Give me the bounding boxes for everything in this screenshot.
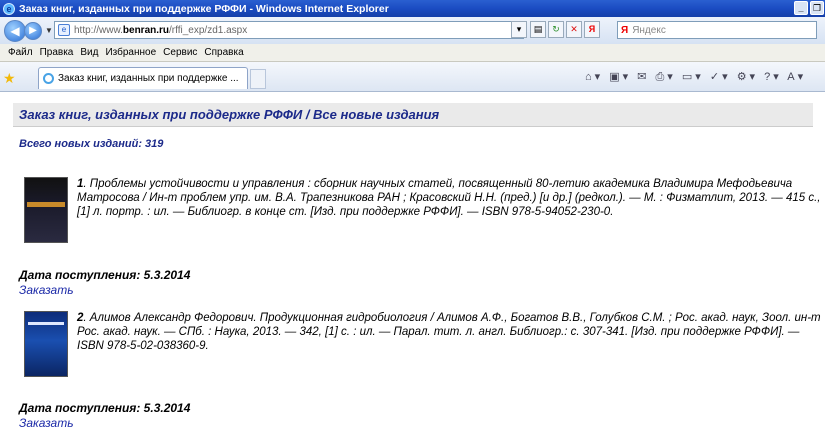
book-description: 2. Алимов Александр Федорович. Продукцио… bbox=[77, 311, 822, 353]
order-link[interactable]: Заказать bbox=[19, 416, 74, 430]
loading-icon bbox=[43, 73, 54, 84]
book-details: . Алимов Александр Федорович. Продукцион… bbox=[77, 312, 821, 352]
history-dropdown-icon[interactable]: ▼ bbox=[45, 26, 53, 35]
print-icon[interactable]: ⎙▾ bbox=[656, 71, 676, 83]
minimize-button[interactable]: _ bbox=[794, 1, 808, 15]
page-content: Заказ книг, изданных при поддержке РФФИ … bbox=[0, 93, 825, 431]
feeds-icon[interactable]: ▣▾ bbox=[609, 71, 631, 83]
page-icon[interactable]: ▭▾ bbox=[682, 71, 704, 83]
url-domain: benran.ru bbox=[122, 24, 170, 36]
internet-explorer-icon: e bbox=[3, 2, 15, 15]
book-description: 1. Проблемы устойчивости и управления : … bbox=[77, 177, 822, 219]
order-link[interactable]: Заказать bbox=[19, 283, 74, 297]
forward-button[interactable]: ▶ bbox=[24, 21, 42, 40]
address-field[interactable]: e http://www. benran.ru/rffi_exp/zd1.aspx bbox=[54, 21, 524, 39]
refresh-icon[interactable]: ↻ bbox=[548, 21, 564, 38]
help-icon[interactable]: ?▾ bbox=[764, 71, 782, 83]
page-title: Заказ книг, изданных при поддержке РФФИ … bbox=[19, 107, 440, 122]
tab-active[interactable]: Заказ книг, изданных при поддержке ... bbox=[38, 67, 248, 89]
safety-icon[interactable]: ✓▾ bbox=[710, 71, 731, 83]
address-dropdown-icon[interactable]: ▾ bbox=[511, 21, 527, 38]
menu-bar: Файл Правка Вид Избранное Сервис Справка bbox=[0, 44, 825, 62]
menu-file[interactable]: Файл bbox=[8, 47, 33, 58]
home-icon[interactable]: ⌂▾ bbox=[585, 71, 603, 83]
tab-bar: ★ Заказ книг, изданных при поддержке ...… bbox=[0, 62, 825, 92]
search-input[interactable]: Я Яндекс bbox=[617, 21, 817, 39]
restore-button[interactable]: ❐ bbox=[810, 1, 824, 15]
book-cover-image[interactable] bbox=[24, 177, 68, 243]
window-title: Заказ книг, изданных при поддержке РФФИ … bbox=[19, 2, 389, 15]
yandex-icon[interactable]: Я bbox=[584, 21, 600, 38]
command-bar: ⌂▾ ▣▾ ✉ ⎙▾ ▭▾ ✓▾ ⚙▾ ?▾ A▾ bbox=[585, 70, 806, 84]
book-details: . Проблемы устойчивости и управления : с… bbox=[77, 178, 821, 218]
window-title-bar: e Заказ книг, изданных при поддержке РФФ… bbox=[0, 0, 825, 17]
stop-icon[interactable]: ✕ bbox=[566, 21, 582, 38]
menu-edit[interactable]: Правка bbox=[40, 47, 74, 58]
back-button[interactable]: ◀ bbox=[4, 19, 26, 42]
total-count: Всего новых изданий: 319 bbox=[19, 138, 164, 150]
url-prefix: http://www. bbox=[74, 24, 123, 36]
menu-favorites[interactable]: Избранное bbox=[105, 47, 156, 58]
search-brand: Я bbox=[621, 24, 629, 36]
translate-icon[interactable]: A▾ bbox=[787, 71, 806, 83]
book-cover-image[interactable] bbox=[24, 311, 68, 377]
favorites-star-icon[interactable]: ★ bbox=[3, 70, 16, 87]
search-placeholder: Яндекс bbox=[632, 24, 666, 36]
url-path: /rffi_exp/zd1.aspx bbox=[169, 24, 248, 36]
menu-view[interactable]: Вид bbox=[80, 47, 98, 58]
received-date: Дата поступления: 5.3.2014 bbox=[19, 401, 191, 415]
address-toolbar: ◀ ▶ ▼ e http://www. benran.ru/rffi_exp/zd… bbox=[0, 17, 825, 44]
menu-help[interactable]: Справка bbox=[204, 47, 243, 58]
tools-icon[interactable]: ⚙▾ bbox=[737, 71, 758, 83]
compatibility-view-icon[interactable]: ▤ bbox=[530, 21, 546, 38]
received-date: Дата поступления: 5.3.2014 bbox=[19, 268, 191, 282]
page-favicon-icon: e bbox=[58, 24, 70, 36]
page-header: Заказ книг, изданных при поддержке РФФИ … bbox=[13, 103, 813, 127]
mail-icon[interactable]: ✉ bbox=[637, 71, 649, 83]
tab-title: Заказ книг, изданных при поддержке ... bbox=[58, 73, 239, 84]
new-tab-button[interactable] bbox=[250, 69, 266, 89]
menu-tools[interactable]: Сервис bbox=[163, 47, 197, 58]
